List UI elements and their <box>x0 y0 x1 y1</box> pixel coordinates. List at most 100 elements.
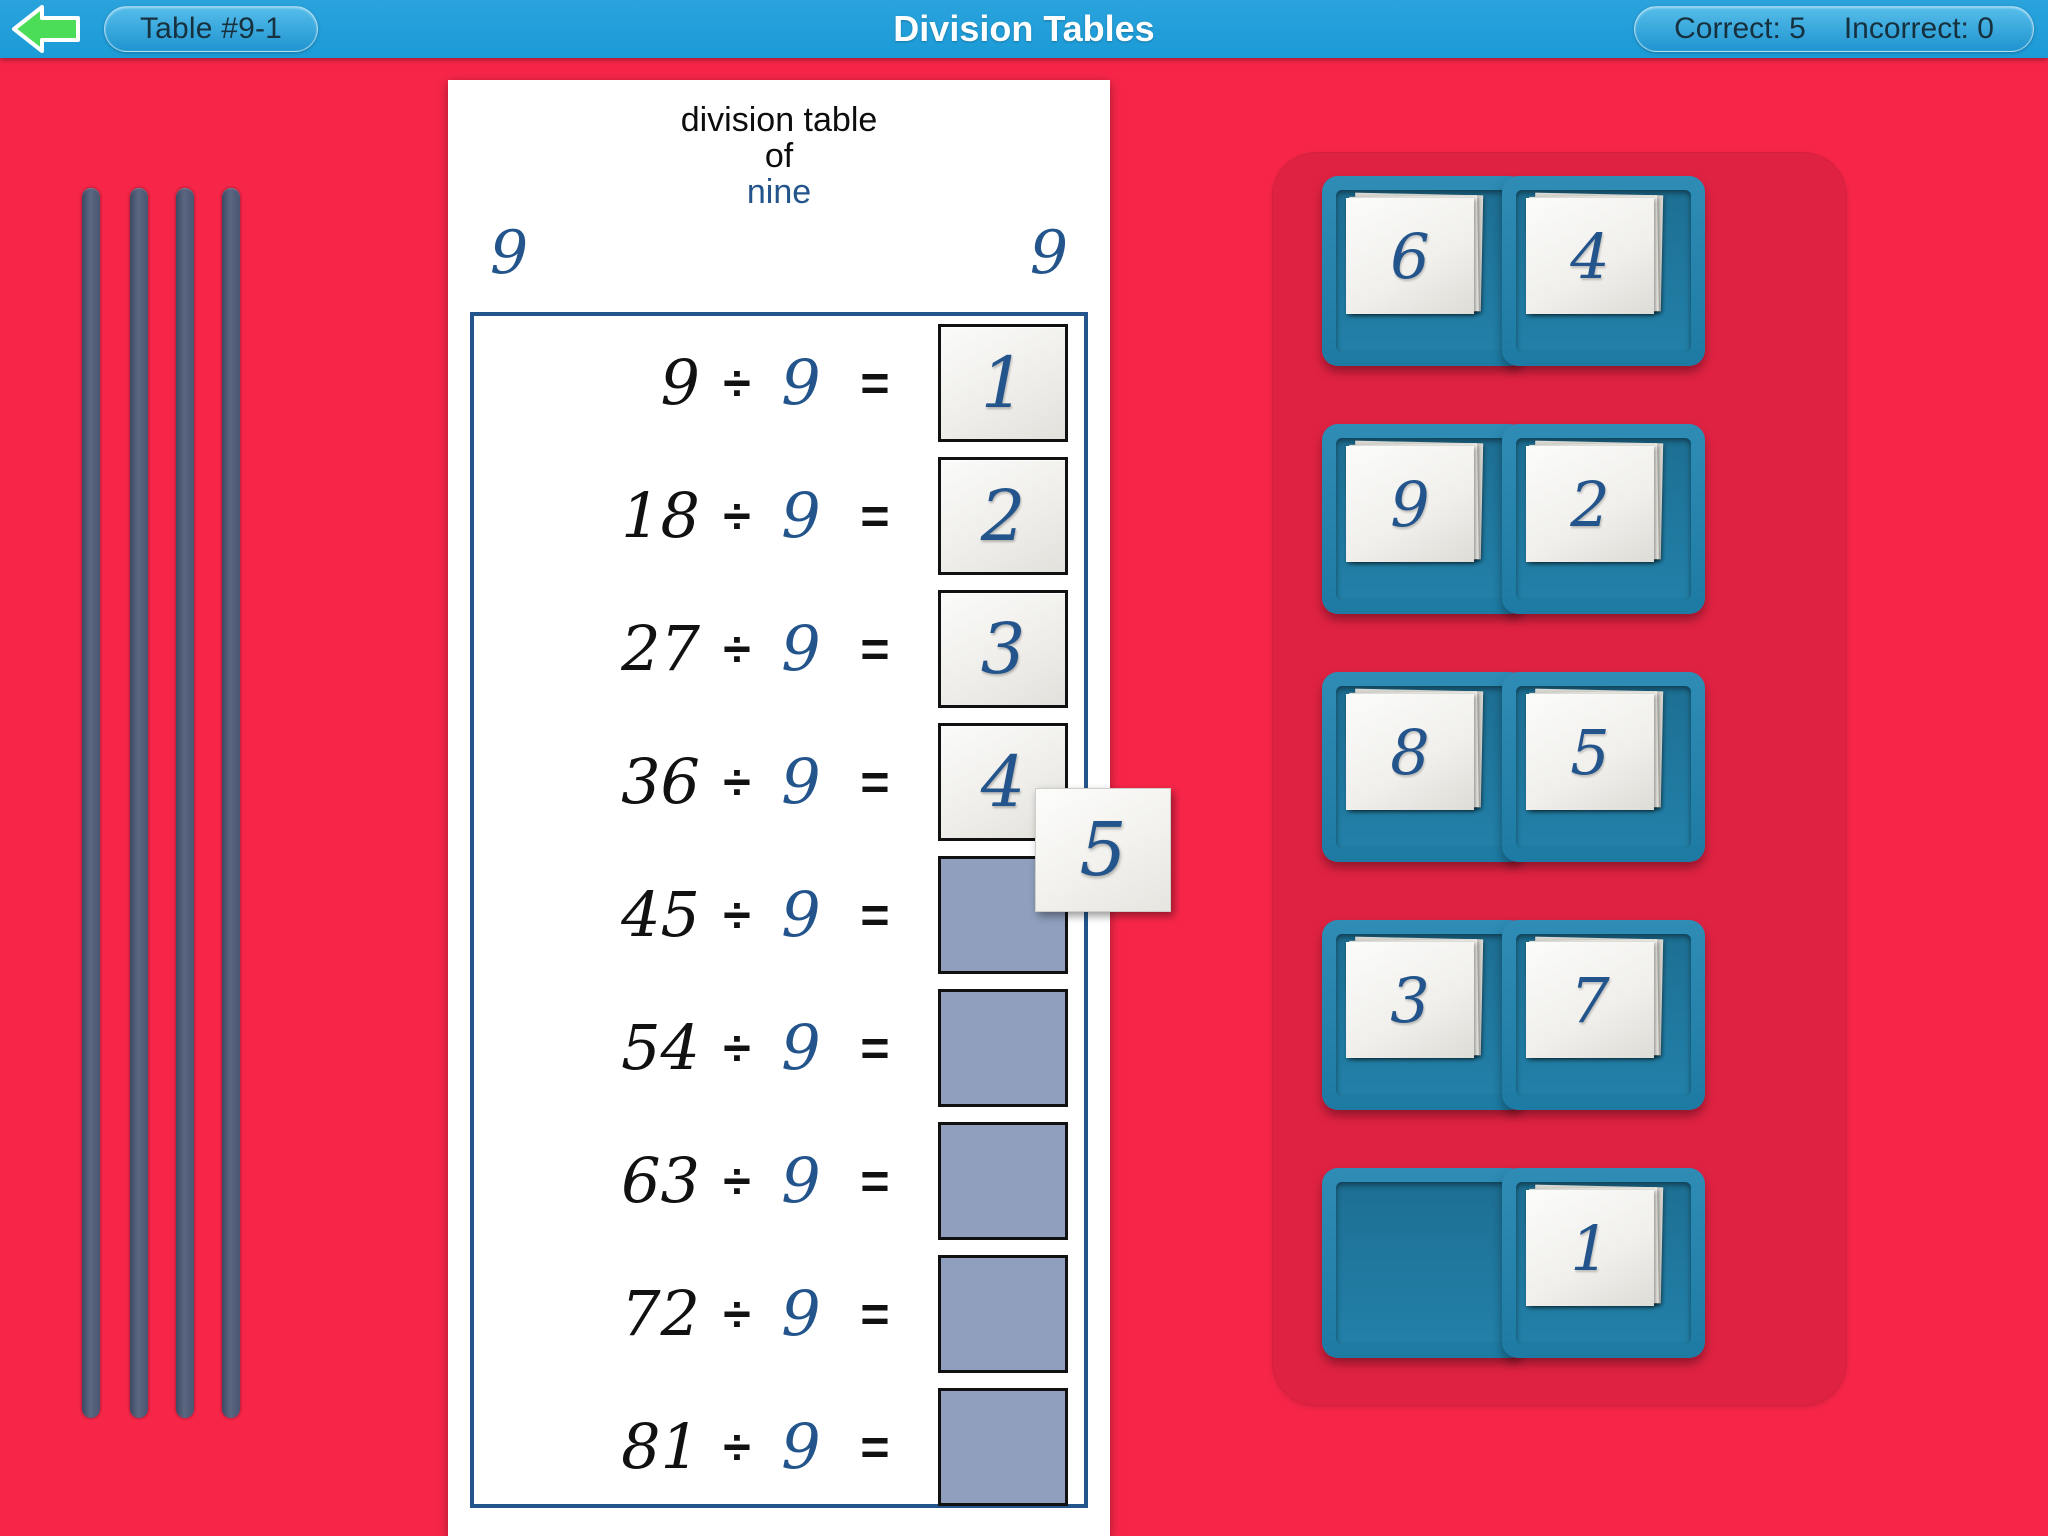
card-stack[interactable]: 9 <box>1336 438 1511 600</box>
divisor-value: 9 <box>781 1277 821 1350</box>
card-stack-well: 2 <box>1516 438 1691 600</box>
decorative-bar <box>222 188 240 1418</box>
equation-row: 36 ÷ 9 = 4 <box>474 715 1084 848</box>
division-sign: ÷ <box>723 886 751 943</box>
card-stack-well: 7 <box>1516 934 1691 1096</box>
card-stack[interactable]: 5 <box>1516 686 1691 848</box>
equation-row: 27 ÷ 9 = 3 <box>474 582 1084 715</box>
card-stack-slot[interactable]: 7 <box>1502 920 1705 1110</box>
card-stack-slot[interactable]: 5 <box>1502 672 1705 862</box>
answer-slot-value: 2 <box>980 475 1026 557</box>
card-stack-value: 7 <box>1570 963 1610 1037</box>
answer-slot-value: 1 <box>980 342 1026 424</box>
card-stack[interactable]: 6 <box>1336 190 1511 352</box>
card-stack-value: 3 <box>1390 963 1430 1037</box>
dividend-value: 54 <box>621 1011 700 1084</box>
card-stack-value: 2 <box>1570 467 1610 541</box>
equation-row: 81 ÷ 9 = <box>474 1380 1084 1513</box>
equals-sign: = <box>860 753 890 810</box>
dividend-value: 9 <box>660 346 700 419</box>
card-stack-top-sheet: 9 <box>1346 446 1474 562</box>
equals-sign: = <box>860 886 890 943</box>
card-stack-top-sheet: 5 <box>1526 694 1654 810</box>
equation-row: 18 ÷ 9 = 2 <box>474 449 1084 582</box>
dividend-value: 36 <box>621 745 700 818</box>
equals-sign: = <box>860 1152 890 1209</box>
card-stack-top-sheet: 3 <box>1346 942 1474 1058</box>
equation-row: 54 ÷ 9 = <box>474 981 1084 1114</box>
card-stack-value: 8 <box>1390 715 1430 789</box>
divisor-value: 9 <box>781 479 821 552</box>
answer-slot-value: 4 <box>980 741 1026 823</box>
card-stack-well: 6 <box>1336 190 1511 352</box>
card-stack[interactable]: 8 <box>1336 686 1511 848</box>
dividend-value: 63 <box>621 1144 700 1217</box>
heading-line-3: nine <box>746 173 812 212</box>
equals-sign: = <box>860 1019 890 1076</box>
card-stack-slot[interactable]: 6 <box>1322 176 1525 366</box>
card-stack[interactable]: 3 <box>1336 934 1511 1096</box>
card-stack-value: 9 <box>1390 467 1430 541</box>
card-stack-slot-empty[interactable] <box>1322 1168 1525 1358</box>
answer-slot-filled[interactable]: 1 <box>938 324 1068 442</box>
answer-slot-empty[interactable] <box>938 1122 1068 1240</box>
card-stack[interactable]: 7 <box>1516 934 1691 1096</box>
card-stack-top-sheet: 7 <box>1526 942 1654 1058</box>
equation-row: 45 ÷ 9 = <box>474 848 1084 981</box>
card-stack-well <box>1336 1182 1511 1344</box>
dividend-value: 45 <box>621 878 700 951</box>
answer-slot-empty[interactable] <box>938 989 1068 1107</box>
card-stack[interactable]: 4 <box>1516 190 1691 352</box>
card-stack-value: 1 <box>1570 1211 1610 1285</box>
card-stack-well: 8 <box>1336 686 1511 848</box>
card-stack-slot[interactable]: 9 <box>1322 424 1525 614</box>
card-stack-slot[interactable]: 8 <box>1322 672 1525 862</box>
decorative-bar <box>82 188 100 1418</box>
app-title-label: Division Tables <box>893 8 1155 49</box>
answer-slot-filled[interactable]: 3 <box>938 590 1068 708</box>
card-stack-top-sheet: 6 <box>1346 198 1474 314</box>
card-stack-well: 1 <box>1516 1182 1691 1344</box>
answer-slot-empty[interactable] <box>938 1388 1068 1506</box>
division-sign: ÷ <box>723 487 751 544</box>
equation-row: 72 ÷ 9 = <box>474 1247 1084 1380</box>
answer-slot-filled[interactable]: 2 <box>938 457 1068 575</box>
card-stack-slot[interactable]: 4 <box>1502 176 1705 366</box>
equals-sign: = <box>860 1285 890 1342</box>
equals-sign: = <box>860 1418 890 1475</box>
dragged-answer-value: 5 <box>1079 807 1127 893</box>
dragged-answer-card[interactable]: 5 <box>1035 788 1171 912</box>
corner-digit-right: 9 <box>1029 218 1068 288</box>
equation-rows: 9 ÷ 9 = 1 18 ÷ 9 = 2 27 ÷ 9 = 3 36 ÷ 9 = 4 45 ÷ 9 = 54 ÷ 9 = 63 ÷ 9 = 72… <box>470 312 1088 1508</box>
card-stack-slot[interactable]: 2 <box>1502 424 1705 614</box>
division-sign: ÷ <box>723 1019 751 1076</box>
score-badge: Correct: 5 Incorrect: 0 <box>1634 6 2034 52</box>
top-bar: Table #9-1 Division Tables Correct: 5 In… <box>0 0 2048 58</box>
dividend-value: 72 <box>621 1277 700 1350</box>
correct-count: Correct: 5 <box>1674 12 1806 45</box>
incorrect-count: Incorrect: 0 <box>1843 12 1994 45</box>
card-stack[interactable]: 2 <box>1516 438 1691 600</box>
card-stack-well: 4 <box>1516 190 1691 352</box>
card-stack-well: 5 <box>1516 686 1691 848</box>
division-sign: ÷ <box>723 1418 751 1475</box>
card-stack-top-sheet: 1 <box>1526 1190 1654 1306</box>
divisor-value: 9 <box>781 1011 821 1084</box>
divisor-value: 9 <box>781 346 821 419</box>
answer-slot-empty[interactable] <box>938 1255 1068 1373</box>
card-stack-top-sheet: 8 <box>1346 694 1474 810</box>
equals-sign: = <box>860 487 890 544</box>
card-stack[interactable]: 1 <box>1516 1182 1691 1344</box>
decorative-bar <box>130 188 148 1418</box>
division-sign: ÷ <box>723 1152 751 1209</box>
card-stack-slot[interactable]: 1 <box>1502 1168 1705 1358</box>
answer-card-tray: 6 4 9 2 8 5 3 7 1 <box>1272 152 1847 1406</box>
card-stack-well: 9 <box>1336 438 1511 600</box>
division-sign: ÷ <box>723 1285 751 1342</box>
heading-line-2: of <box>764 137 794 176</box>
card-stack-top-sheet: 2 <box>1526 446 1654 562</box>
decorative-bar <box>176 188 194 1418</box>
card-stack-slot[interactable]: 3 <box>1322 920 1525 1110</box>
answer-slot-value: 3 <box>980 608 1026 690</box>
card-heading: division table of nine <box>448 102 1110 210</box>
